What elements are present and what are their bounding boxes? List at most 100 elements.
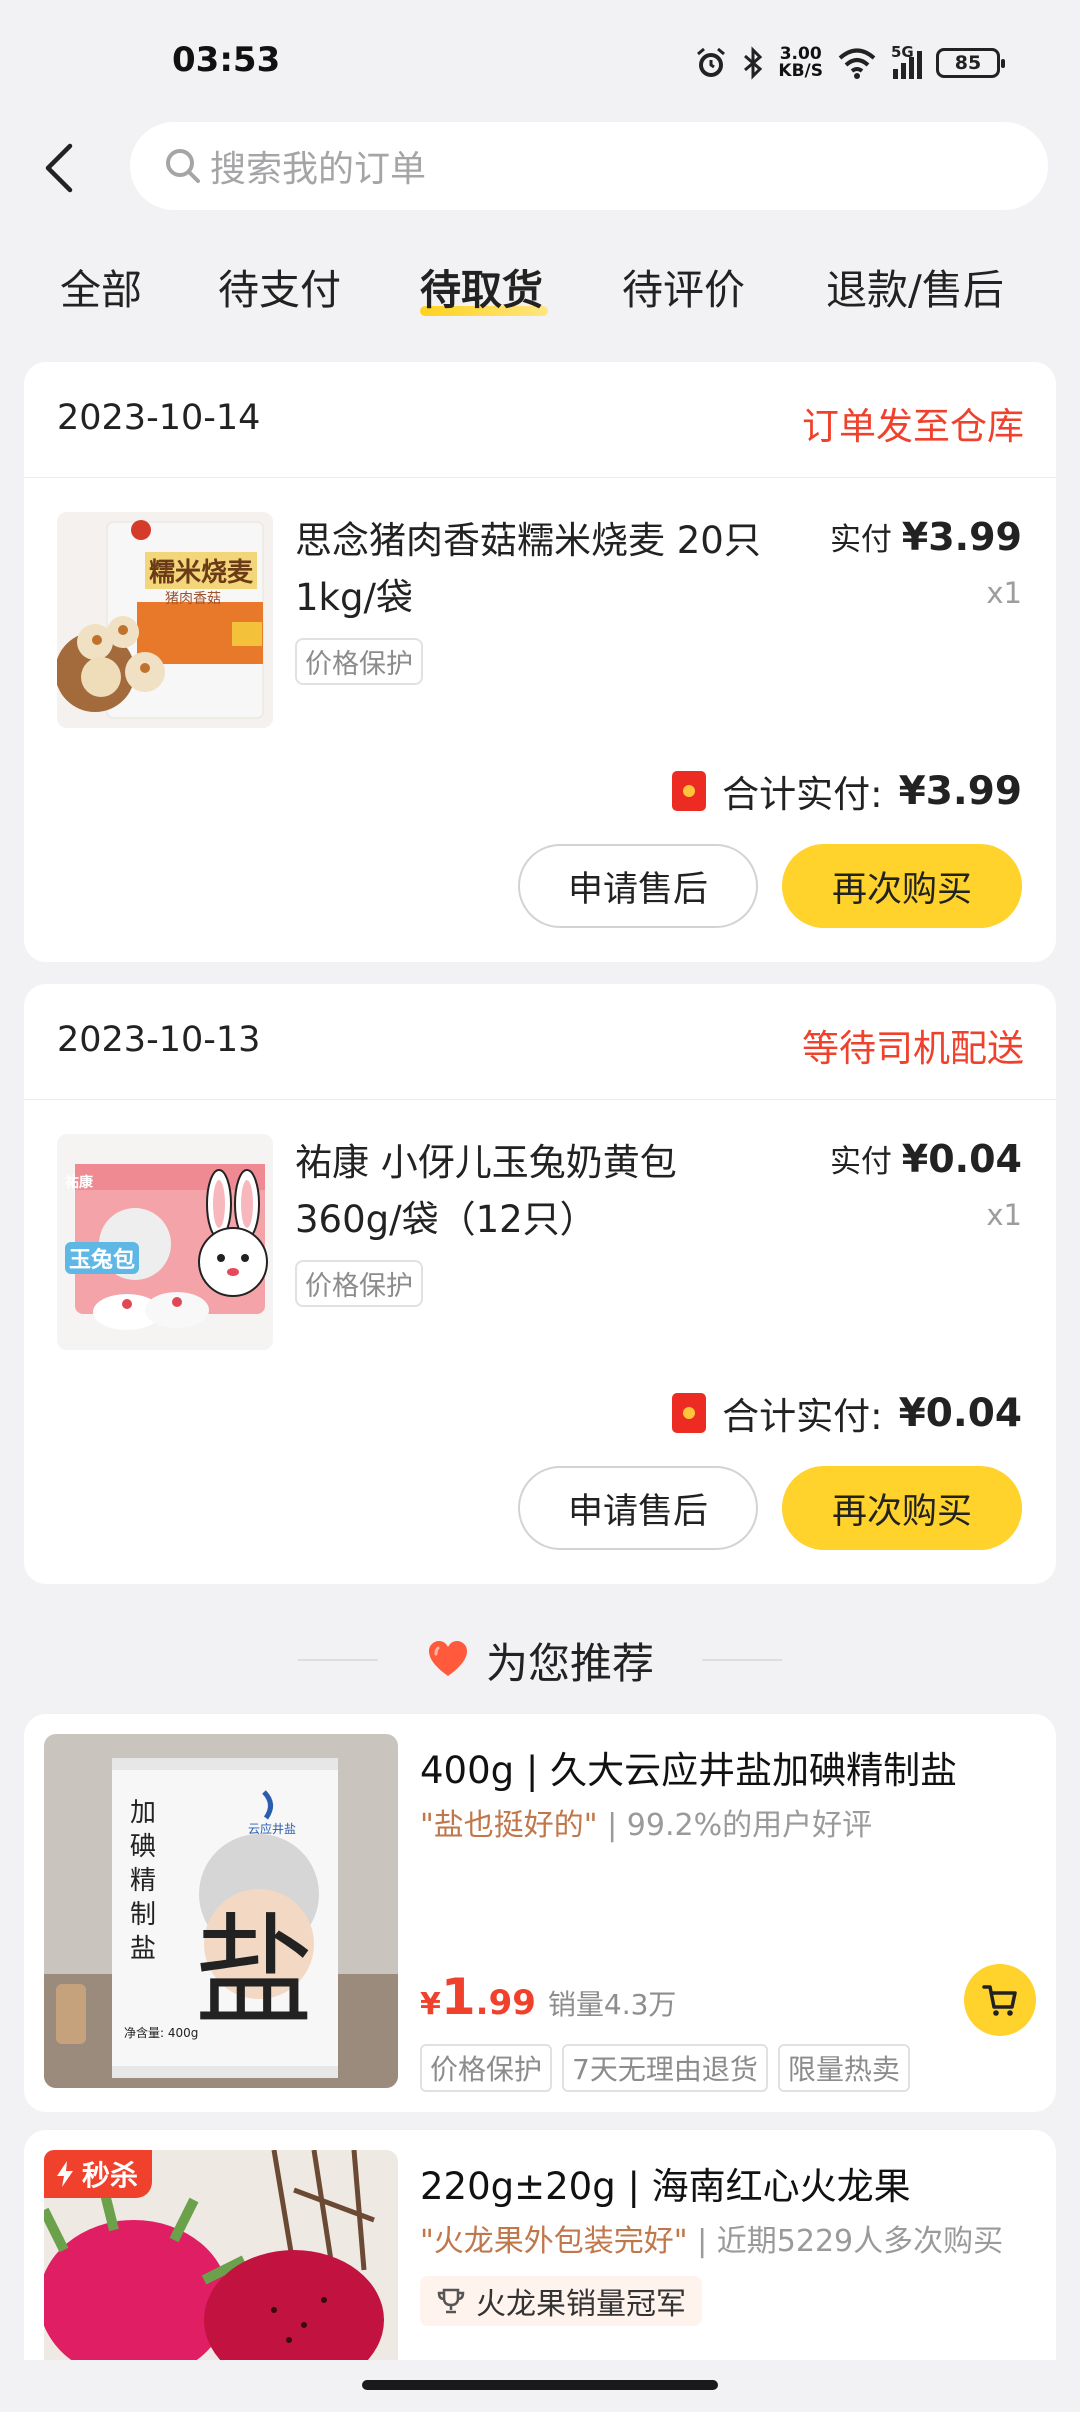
package-title: 玉兔包 — [65, 1242, 140, 1274]
order-total: 合计实付: ¥3.99 — [672, 764, 1022, 818]
order-tabs: 全部 待支付 待取货 待评价 退款/售后 — [0, 250, 1080, 330]
paid-amount: ¥3.99 — [901, 515, 1022, 559]
order-total: 合计实付: ¥0.04 — [672, 1386, 1022, 1440]
quantity: x1 — [986, 576, 1022, 610]
total-label: 合计实付: — [722, 1395, 883, 1438]
search-header: 搜索我的订单 — [0, 120, 1080, 220]
tab-pending-payment[interactable]: 待支付 — [218, 256, 341, 316]
tag-7day-return: 7天无理由退货 — [562, 2044, 768, 2092]
home-indicator[interactable] — [362, 2380, 718, 2390]
recommend-title-group: 为您推荐 — [426, 1630, 654, 1691]
alarm-icon — [697, 47, 726, 77]
recommend-product-name[interactable]: 400g | 久大云应井盐加碘精制盐 — [420, 1740, 957, 1794]
buy-again-button[interactable]: 再次购买 — [782, 844, 1022, 928]
tag-price-protection: 价格保护 — [420, 2044, 553, 2092]
recommend-item[interactable]: 加碘精制盐 盐 云应井盐 净含量: 400g 400g | 久大云应井盐加碘精制… — [24, 1714, 1056, 2112]
package-big-char: 盐 — [194, 1903, 314, 2042]
review-quote: "火龙果外包装完好" | 近期5229人多次购买 — [420, 2216, 1003, 2260]
red-packet-icon — [672, 771, 707, 811]
package-subtitle: 猪肉香菇 — [165, 591, 221, 607]
apply-aftersale-button[interactable]: 申请售后 — [518, 844, 758, 928]
recommend-price: ¥1.99 销量4.3万 — [420, 1968, 676, 2026]
flash-sale-label: 秒杀 — [82, 2159, 139, 2192]
order-date: 2023-10-14 — [57, 398, 261, 438]
bluetooth-icon — [744, 46, 763, 80]
flash-sale-badge: 秒杀 — [44, 2150, 153, 2198]
award-label: 火龙果销量冠军 — [476, 2287, 686, 2322]
tab-all[interactable]: 全部 — [60, 256, 142, 316]
order-header: 2023-10-14 订单发至仓库 — [24, 362, 1056, 478]
recommend-header: 为您推荐 — [0, 1630, 1080, 1690]
package-weight: 净含量: 400g — [124, 2026, 199, 2040]
rating-text: | 99.2%的用户好评 — [607, 1808, 873, 1843]
sales-champion-badge: 火龙果销量冠军 — [420, 2276, 702, 2326]
lightning-icon — [57, 2161, 73, 2187]
total-amount: ¥0.04 — [898, 1390, 1022, 1436]
net-speed-unit: KB/S — [778, 61, 823, 81]
status-icons: 3.00 KB/S 5G 85 — [694, 40, 1005, 86]
recommend-tags: 价格保护 7天无理由退货 限量热卖 — [420, 2044, 910, 2092]
recommend-title: 为您推荐 — [485, 1638, 654, 1688]
add-to-cart-button[interactable] — [964, 1964, 1036, 2036]
search-icon — [166, 149, 200, 183]
paid-label: 实付 — [829, 1144, 892, 1180]
product-image[interactable]: 加碘精制盐 盐 云应井盐 净含量: 400g — [44, 1734, 398, 2088]
product-name[interactable]: 思念猪肉香菇糯米烧麦 20只 1kg/袋 — [295, 512, 765, 626]
product-name[interactable]: 祐康 小伢儿玉兔奶黄包 360g/袋（12只） — [295, 1134, 765, 1248]
price-protection-tag: 价格保护 — [295, 638, 423, 685]
currency-symbol: ¥ — [420, 1987, 441, 2022]
order-date: 2023-10-13 — [57, 1020, 261, 1060]
order-header: 2023-10-13 等待司机配送 — [24, 984, 1056, 1100]
divider — [702, 1659, 782, 1661]
cart-icon — [982, 1985, 1017, 2016]
battery-icon: 85 — [936, 48, 1005, 78]
tab-pending-review[interactable]: 待评价 — [622, 256, 745, 316]
price-decimal: .99 — [475, 1983, 536, 2023]
sales-count: 销量4.3万 — [547, 1988, 677, 2021]
search-placeholder: 搜索我的订单 — [210, 149, 427, 190]
product-thumbnail[interactable]: 糯米烧麦 猪肉香菇 — [57, 512, 273, 728]
red-packet-icon — [672, 1393, 707, 1433]
wifi-icon — [838, 48, 876, 79]
search-input[interactable]: 搜索我的订单 — [130, 122, 1048, 210]
paid-price: 实付 ¥3.99 — [830, 514, 1022, 559]
paid-price: 实付 ¥0.04 — [830, 1136, 1022, 1181]
signal-icon: 5G — [891, 43, 922, 79]
apply-aftersale-button[interactable]: 申请售后 — [518, 1466, 758, 1550]
price-protection-tag: 价格保护 — [295, 1260, 423, 1307]
repurchase-text: | 近期5229人多次购买 — [697, 2224, 1004, 2259]
order-status: 订单发至仓库 — [802, 405, 1024, 448]
price-integer: 1 — [440, 1968, 476, 2026]
network-type: 5G — [891, 43, 914, 61]
trophy-icon — [437, 2288, 465, 2314]
heart-icon — [428, 1641, 467, 1676]
package-brand: 祐康 — [65, 1175, 93, 1191]
order-card[interactable]: 2023-10-14 订单发至仓库 糯米烧麦 猪肉香菇 思念猪肉香菇糯米烧麦 2… — [24, 362, 1056, 962]
quantity: x1 — [986, 1198, 1022, 1232]
shaomai-package-image — [57, 512, 273, 728]
package-brand: 云应井盐 — [248, 1822, 297, 1836]
package-title: 糯米烧麦 — [145, 552, 258, 589]
chevron-left-icon — [45, 143, 73, 193]
divider — [297, 1659, 378, 1661]
total-amount: ¥3.99 — [898, 768, 1022, 814]
order-card[interactable]: 2023-10-13 等待司机配送 祐康 玉兔包 祐康 小伢儿玉兔奶黄包 360… — [24, 984, 1056, 1584]
product-thumbnail[interactable]: 祐康 玉兔包 — [57, 1134, 273, 1350]
tag-limited-hot: 限量热卖 — [777, 2044, 910, 2092]
buy-again-button[interactable]: 再次购买 — [782, 1466, 1022, 1550]
status-time: 03:53 — [172, 40, 281, 80]
back-button[interactable] — [30, 136, 94, 200]
net-speed: 3.00 KB/S — [778, 46, 823, 80]
quote-text: "火龙果外包装完好" — [420, 2224, 688, 2259]
package-vertical-text: 加碘精制盐 — [130, 1798, 157, 1964]
review-quote: "盐也挺好的" | 99.2%的用户好评 — [420, 1800, 872, 1844]
status-bar: 03:53 3.00 KB/S 5G 85 — [0, 0, 1080, 120]
order-status: 等待司机配送 — [802, 1027, 1024, 1070]
tab-pending-pickup[interactable]: 待取货 — [420, 256, 543, 316]
quote-text: "盐也挺好的" — [420, 1808, 598, 1843]
paid-amount: ¥0.04 — [901, 1137, 1022, 1181]
total-label: 合计实付: — [722, 773, 883, 816]
battery-level: 85 — [954, 52, 982, 74]
recommend-product-name[interactable]: 220g±20g | 海南红心火龙果 — [420, 2156, 911, 2210]
tab-refund-aftersale[interactable]: 退款/售后 — [826, 256, 1004, 316]
